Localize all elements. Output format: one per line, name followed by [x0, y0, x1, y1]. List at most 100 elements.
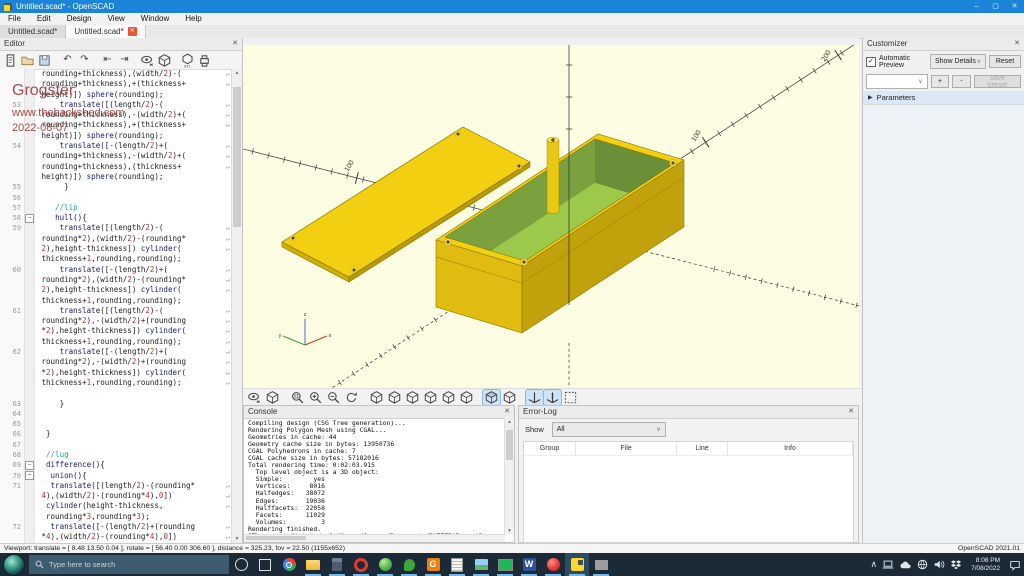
menu-help[interactable]: Help	[177, 13, 209, 25]
redo-icon[interactable]: ↷	[76, 53, 93, 68]
task-view-icon[interactable]	[253, 553, 277, 576]
reset-button[interactable]: Reset	[989, 55, 1021, 68]
console-close-icon[interactable]: ✕	[504, 406, 510, 418]
start-button[interactable]	[3, 554, 25, 576]
maximize-button[interactable]: ▢	[986, 0, 1005, 13]
zoom-out-icon[interactable]	[325, 390, 342, 405]
network-icon[interactable]	[917, 559, 928, 570]
view-bottom-icon[interactable]	[404, 390, 421, 405]
column-header-line[interactable]: Line	[677, 442, 728, 455]
menu-edit[interactable]: Edit	[29, 13, 59, 25]
laptop-icon[interactable]	[882, 559, 894, 570]
save-preset-button[interactable]: save preset	[974, 75, 1021, 88]
tab-close-icon[interactable]: ✕	[128, 27, 137, 36]
word-icon[interactable]: W	[517, 553, 541, 576]
errorlog-close-icon[interactable]: ✕	[848, 406, 854, 418]
zoom-all-icon[interactable]	[289, 390, 306, 405]
preset-select[interactable]: ∨	[866, 74, 928, 89]
scroll-up-icon[interactable]: ▲	[232, 70, 242, 76]
minimize-button[interactable]: –	[967, 0, 986, 13]
preview-icon[interactable]	[246, 390, 263, 405]
column-header-file[interactable]: File	[576, 442, 677, 455]
console-output[interactable]: Compiling design (CSG Tree generation)..…	[245, 418, 505, 535]
view-right-icon[interactable]	[368, 390, 385, 405]
console-hscrollbar[interactable]	[244, 534, 505, 542]
monitor-app-icon[interactable]	[493, 553, 517, 576]
unindent-icon[interactable]: ⇤	[99, 53, 116, 68]
cortana-icon[interactable]	[229, 553, 253, 576]
scroll-up-icon[interactable]: ▲	[505, 419, 514, 425]
show-scale-icon[interactable]	[544, 390, 561, 405]
export-stl-icon[interactable]: STL	[179, 53, 196, 68]
editor-close-icon[interactable]: ✕	[232, 38, 238, 50]
taskbar-clock[interactable]: 8:08 PM 7/08/2022	[971, 557, 1000, 572]
taskbar-search[interactable]: Type here to search	[29, 555, 229, 574]
tab-untitled-2[interactable]: Untitled.scad*✕	[66, 25, 145, 38]
code-area[interactable]: rounding+thickness),(width/2)-(↵ roundin…	[0, 69, 232, 543]
column-header-group[interactable]: Group	[524, 442, 576, 455]
show-axes-icon[interactable]	[526, 390, 543, 405]
app-g-icon[interactable]: G	[421, 553, 445, 576]
preview-icon[interactable]	[139, 53, 156, 68]
fold-icon[interactable]: −	[25, 471, 34, 480]
column-header-info[interactable]: Info	[728, 442, 853, 455]
app-red-icon[interactable]	[541, 553, 565, 576]
code-line: rounding*2),(width/2)-(rounding*↵	[0, 234, 232, 244]
action-center-icon[interactable]	[1009, 559, 1021, 571]
system-app-icon[interactable]	[589, 553, 613, 576]
errorlog-filter-select[interactable]: All ∨	[552, 422, 666, 437]
view-all-icon[interactable]	[562, 390, 579, 405]
notepad-icon[interactable]	[445, 553, 469, 576]
view-center-icon[interactable]	[501, 390, 518, 405]
app-green-icon[interactable]	[373, 553, 397, 576]
fold-icon[interactable]: −	[25, 214, 34, 223]
chrome-icon[interactable]	[277, 553, 301, 576]
view-left-icon[interactable]	[422, 390, 439, 405]
automatic-preview-checkbox[interactable]: ✓	[866, 57, 876, 67]
reset-view-icon[interactable]	[343, 390, 360, 405]
render-icon[interactable]	[156, 53, 173, 68]
scrollbar-thumb[interactable]	[506, 430, 513, 460]
customizer-close-icon[interactable]: ✕	[1014, 38, 1020, 50]
app-drop-icon[interactable]	[397, 553, 421, 576]
scrollbar-thumb[interactable]	[233, 87, 241, 227]
parameters-section[interactable]: ▶ Parameters	[863, 91, 1024, 104]
view-top-icon[interactable]	[386, 390, 403, 405]
render-icon[interactable]	[264, 390, 281, 405]
view-front-icon[interactable]	[440, 390, 457, 405]
calculator-icon[interactable]	[325, 553, 349, 576]
scroll-down-icon[interactable]: ▼	[505, 528, 514, 534]
close-button[interactable]: ✕	[1005, 0, 1024, 13]
view-back-icon[interactable]	[458, 390, 475, 405]
remove-preset-button[interactable]: -	[952, 75, 971, 88]
save-icon[interactable]	[36, 53, 53, 68]
editor-scrollbar[interactable]: ▲ ▼	[231, 69, 242, 543]
openscad-taskbar-icon[interactable]	[565, 553, 589, 576]
file-explorer-icon[interactable]	[301, 553, 325, 576]
fold-icon[interactable]: −	[25, 461, 34, 470]
view-diagonal-icon[interactable]	[483, 390, 500, 405]
scroll-down-icon[interactable]: ▼	[232, 536, 242, 542]
menu-design[interactable]: Design	[59, 13, 100, 25]
send-print-icon[interactable]	[196, 53, 213, 68]
opera-icon[interactable]	[349, 553, 373, 576]
add-preset-button[interactable]: +	[931, 75, 950, 88]
indent-icon[interactable]: ⇥	[116, 53, 133, 68]
onedrive-icon[interactable]	[899, 560, 912, 570]
dropbox-icon[interactable]	[950, 559, 962, 570]
paint-icon[interactable]	[469, 553, 493, 576]
scrollbar-thumb[interactable]	[246, 536, 306, 540]
menu-file[interactable]: File	[0, 13, 29, 25]
new-file-icon[interactable]	[2, 53, 19, 68]
details-select[interactable]: Show Details ∨	[930, 54, 986, 69]
viewport-3d[interactable]: 100 200 100 z x y	[243, 45, 859, 388]
tray-expand-icon[interactable]: ∧	[870, 559, 877, 570]
tab-untitled-1[interactable]: Untitled.scad*	[0, 25, 66, 38]
zoom-in-icon[interactable]	[307, 390, 324, 405]
volume-icon[interactable]	[933, 559, 945, 570]
open-file-icon[interactable]	[19, 53, 36, 68]
undo-icon[interactable]: ↶	[59, 53, 76, 68]
menu-window[interactable]: Window	[133, 13, 177, 25]
menu-view[interactable]: View	[100, 13, 133, 25]
console-scrollbar[interactable]: ▲ ▼	[504, 418, 514, 535]
